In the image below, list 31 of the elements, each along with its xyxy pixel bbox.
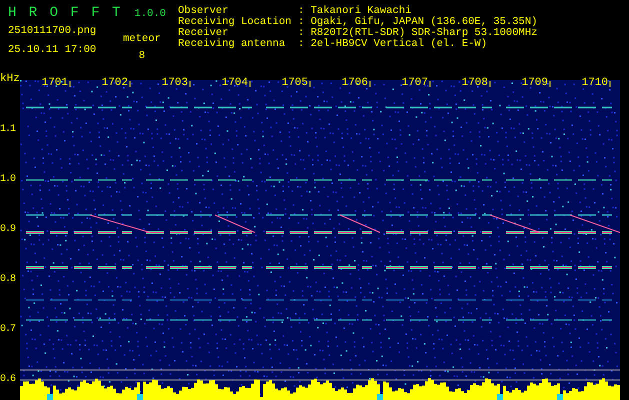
datetime-label: 25.10.11 17:00 (8, 45, 98, 56)
info-label: Observer (178, 6, 228, 17)
filename-label: 2510111700.png (8, 26, 98, 37)
info-value: : Ogaki, Gifu, JAPAN (136.60E, 35.35N) (298, 17, 538, 28)
info-label: Receiver (178, 28, 228, 39)
info-label: Receiving antenna (178, 39, 286, 50)
time-label: 1709 (522, 78, 548, 89)
time-label: 1701 (42, 78, 68, 89)
version-label: 1.0.0 (134, 9, 166, 20)
time-label: 1702 (102, 78, 128, 89)
time-label: 1704 (222, 78, 248, 89)
frequency-label: 0.7 (0, 324, 16, 335)
time-label: 1703 (162, 78, 188, 89)
meteor-label: meteor (123, 34, 161, 45)
info-value: : 2el-HB9CV Vertical (el. E-W) (298, 39, 488, 50)
unit-label: kHz (0, 74, 20, 85)
frequency-label: 0.8 (0, 274, 16, 285)
app-title: H R O F F T (8, 6, 122, 20)
frequency-label: 1.1 (0, 124, 16, 135)
time-label: 1708 (462, 78, 488, 89)
time-label: 1705 (282, 78, 308, 89)
info-label: Receiving Location (178, 17, 292, 28)
meteor-count: 8 (138, 51, 146, 62)
frequency-label: 0.9 (0, 224, 16, 235)
time-label: 1710 (582, 78, 608, 89)
time-label: 1706 (342, 78, 368, 89)
info-value: : R820T2(RTL-SDR) SDR-Sharp 53.1000MHz (298, 28, 538, 39)
time-label: 1707 (402, 78, 428, 89)
info-value: : Takanori Kawachi (298, 6, 412, 17)
frequency-label: 1.0 (0, 174, 16, 185)
frequency-label: 0.6 (0, 374, 16, 385)
